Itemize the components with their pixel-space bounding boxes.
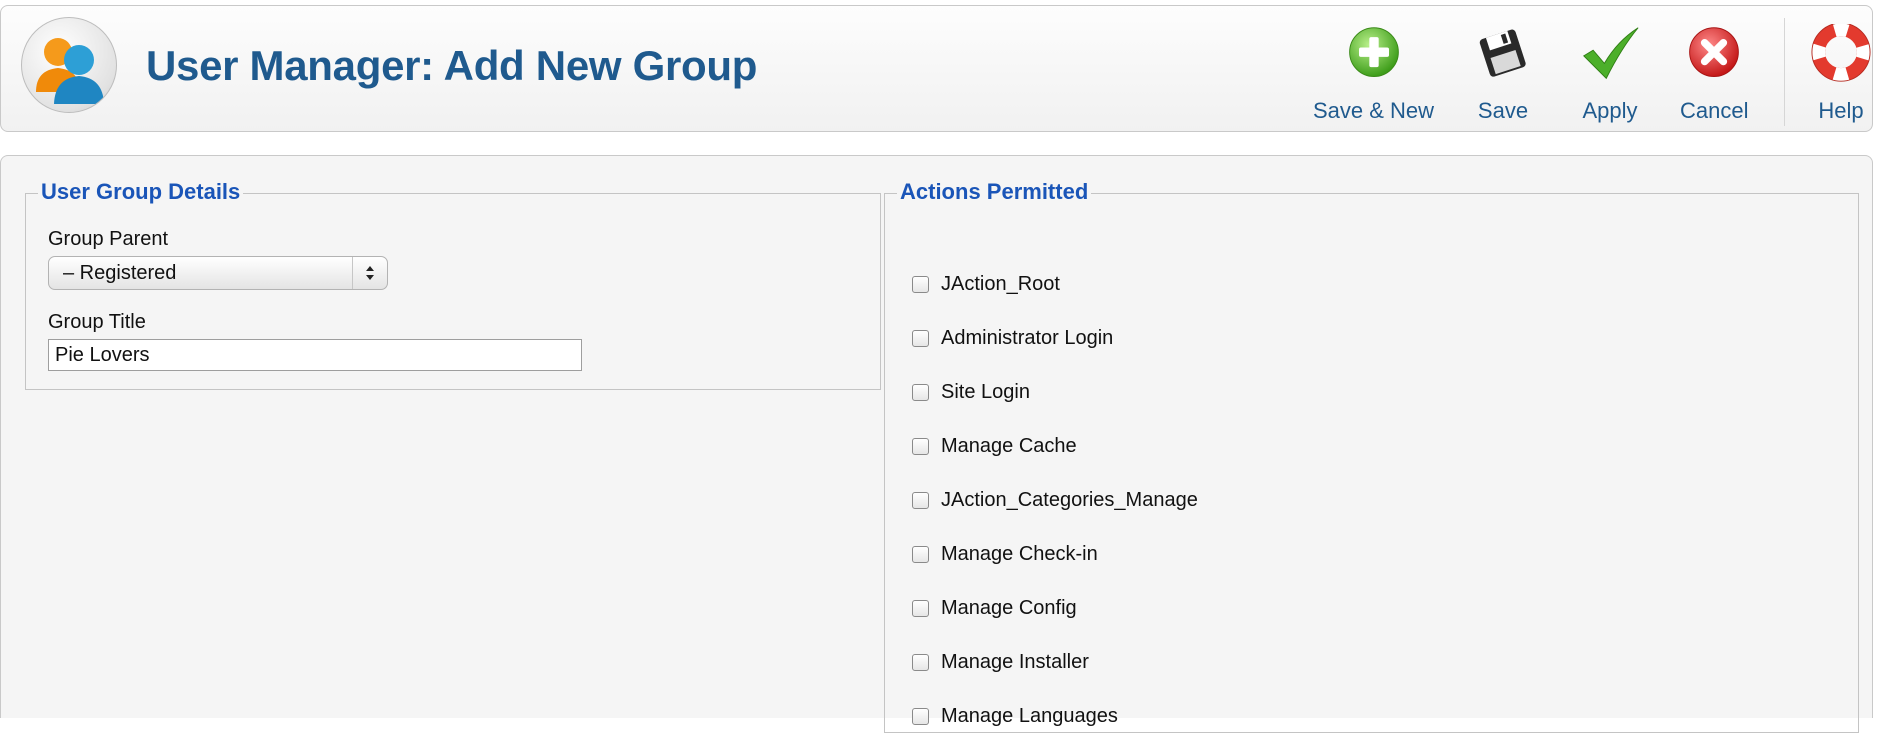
group-parent-select[interactable]: – Registered xyxy=(48,256,388,290)
action-checkbox[interactable] xyxy=(912,437,929,455)
action-checkbox[interactable] xyxy=(912,545,929,563)
lifebuoy-icon xyxy=(1811,24,1871,82)
action-item-manage-languages: Manage Languages xyxy=(912,689,1198,743)
action-label: JAction_Categories_Manage xyxy=(941,488,1198,511)
action-label: Manage Languages xyxy=(941,704,1118,727)
action-checkbox[interactable] xyxy=(912,653,929,671)
action-item-categories-manage: JAction_Categories_Manage xyxy=(912,473,1198,527)
save-and-new-label: Save & New xyxy=(1313,98,1435,123)
apply-label: Apply xyxy=(1582,98,1638,123)
action-label: Manage Installer xyxy=(941,650,1089,673)
actions-permitted-fieldset: Actions Permitted JAction_Root Administr… xyxy=(884,179,1859,733)
content-panel: User Group Details Group Parent – Regist… xyxy=(0,155,1873,733)
action-label: Administrator Login xyxy=(941,326,1114,349)
group-title-label: Group Title xyxy=(48,311,146,333)
actions-list: JAction_Root Administrator Login Site Lo… xyxy=(912,257,1198,743)
action-item-manage-installer: Manage Installer xyxy=(912,635,1198,689)
help-button[interactable]: Help xyxy=(1809,24,1873,124)
toolbar-header: User Manager: Add New Group Save & New S… xyxy=(0,5,1873,132)
user-group-icon xyxy=(21,17,117,113)
action-checkbox[interactable] xyxy=(912,707,929,725)
page-title: User Manager: Add New Group xyxy=(146,42,758,89)
group-title-input[interactable] xyxy=(48,339,582,371)
action-label: JAction_Root xyxy=(941,272,1060,295)
action-item-manage-check-in: Manage Check-in xyxy=(912,527,1198,581)
action-label: Manage Config xyxy=(941,596,1077,619)
group-parent-selected-value: – Registered xyxy=(63,262,177,284)
actions-permitted-legend: Actions Permitted xyxy=(897,179,1092,205)
save-and-new-button[interactable]: Save & New xyxy=(1313,24,1434,124)
action-item-manage-cache: Manage Cache xyxy=(912,419,1198,473)
action-item-manage-config: Manage Config xyxy=(912,581,1198,635)
plus-circle-icon xyxy=(1348,27,1399,77)
cancel-circle-icon xyxy=(1689,27,1740,77)
action-item-site-login: Site Login xyxy=(912,365,1198,419)
apply-button[interactable]: Apply xyxy=(1578,24,1642,124)
action-item-administrator-login: Administrator Login xyxy=(912,311,1198,365)
user-group-details-fieldset: User Group Details Group Parent – Regist… xyxy=(25,179,881,390)
action-label: Manage Check-in xyxy=(941,542,1098,565)
group-parent-label: Group Parent xyxy=(48,228,169,250)
cancel-label: Cancel xyxy=(1680,98,1749,123)
action-label: Manage Cache xyxy=(941,434,1077,457)
select-arrows-icon xyxy=(352,257,387,289)
checkmark-icon xyxy=(1582,27,1639,80)
floppy-disk-icon xyxy=(1479,29,1526,77)
action-checkbox[interactable] xyxy=(912,329,929,347)
save-label: Save xyxy=(1477,98,1529,123)
action-item-jaction-root: JAction_Root xyxy=(912,257,1198,311)
save-button[interactable]: Save xyxy=(1471,24,1535,124)
toolbar-divider xyxy=(1784,18,1785,126)
action-checkbox[interactable] xyxy=(912,491,929,509)
help-label: Help xyxy=(1818,98,1864,123)
action-checkbox[interactable] xyxy=(912,383,929,401)
action-checkbox[interactable] xyxy=(912,275,929,293)
action-checkbox[interactable] xyxy=(912,599,929,617)
cancel-button[interactable]: Cancel xyxy=(1680,24,1748,124)
user-group-details-legend: User Group Details xyxy=(38,179,244,205)
action-label: Site Login xyxy=(941,380,1030,403)
